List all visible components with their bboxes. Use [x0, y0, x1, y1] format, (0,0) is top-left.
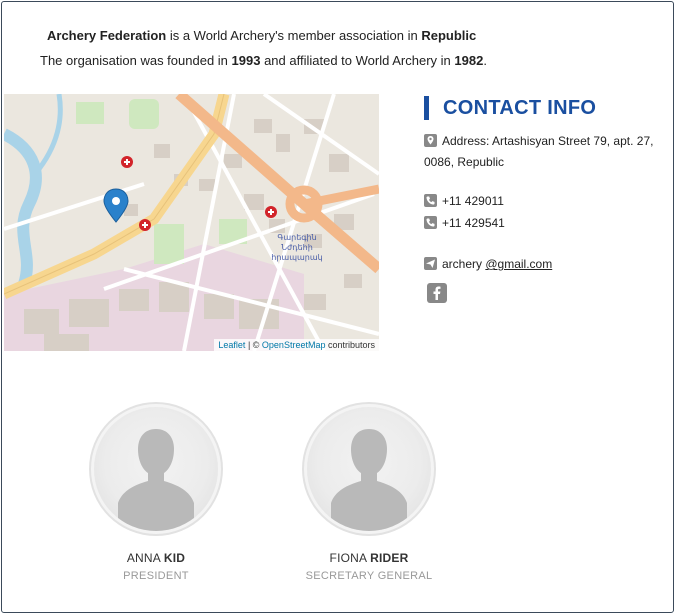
map-attribution: Leaflet | © OpenStreetMap contributors	[214, 339, 379, 351]
leaflet-link[interactable]: Leaflet	[218, 340, 245, 350]
intro-line-1: Archery Federation is a World Archery's …	[47, 28, 476, 43]
contact-info-heading: CONTACT INFO	[424, 96, 596, 120]
email-prefix[interactable]: archery	[442, 257, 485, 271]
attribution-suffix: contributors	[325, 340, 375, 350]
avatar	[94, 407, 218, 531]
phone-number-2[interactable]: +11 429541	[442, 216, 505, 230]
intro-line-1-middle: is a World Archery's member association …	[169, 28, 418, 43]
send-icon	[424, 257, 437, 270]
svg-text:հրապարակ: հրապարակ	[271, 253, 322, 262]
person-last-name: KID	[163, 551, 186, 565]
affiliated-year: 1982	[454, 53, 484, 68]
person-silhouette-icon	[331, 429, 407, 531]
svg-text:Գարեգին: Գարեգին	[277, 233, 316, 242]
country-name: Republic	[421, 28, 477, 43]
person-first-name: FIONA	[329, 551, 367, 565]
person-card: ANNA KID PRESIDENT	[76, 407, 236, 582]
intro-line-2-prefix: The organisation was founded in	[40, 53, 228, 68]
address-text: Address: Artashisyan Street 79, apt. 27,…	[424, 134, 654, 169]
phone-icon	[424, 216, 437, 229]
person-name: FIONA RIDER	[289, 551, 449, 565]
intro-line-2-suffix: .	[483, 53, 487, 68]
svg-text:Նժդեհի: Նժդեհի	[281, 243, 313, 252]
person-role: SECRETARY GENERAL	[305, 570, 433, 582]
person-last-name: RIDER	[370, 551, 409, 565]
address-row: Address: Artashisyan Street 79, apt. 27,…	[424, 131, 669, 173]
avatar	[307, 407, 431, 531]
location-map[interactable]: Գարեգին Նժդեհի հրապարակ Leaflet | © Open…	[4, 94, 379, 351]
phone-row-2: +11 429541	[424, 213, 505, 234]
intro-line-2-middle: and affiliated to World Archery in	[264, 53, 451, 68]
attribution-separator: | ©	[245, 340, 262, 350]
intro-line-2: The organisation was founded in 1993 and…	[40, 53, 487, 68]
email-domain-link[interactable]: @gmail.com	[485, 257, 552, 271]
federation-name: Archery Federation	[47, 28, 167, 43]
phone-row-1: +11 429011	[424, 191, 504, 212]
person-card: FIONA RIDER SECRETARY GENERAL	[289, 407, 449, 582]
founded-year: 1993	[231, 53, 261, 68]
person-first-name: ANNA	[126, 551, 161, 565]
map-marker-icon	[424, 134, 437, 147]
phone-number-1[interactable]: +11 429011	[442, 194, 504, 208]
person-name: ANNA KID	[76, 551, 236, 565]
person-role: PRESIDENT	[123, 570, 189, 582]
openstreetmap-link[interactable]: OpenStreetMap	[262, 340, 326, 350]
map-tiles[interactable]: Գարեգին Նժդեհի հրապարակ	[4, 94, 379, 351]
email-row: archery @gmail.com	[424, 254, 552, 275]
person-silhouette-icon	[118, 429, 194, 531]
facebook-icon[interactable]	[427, 283, 447, 303]
phone-icon	[424, 194, 437, 207]
